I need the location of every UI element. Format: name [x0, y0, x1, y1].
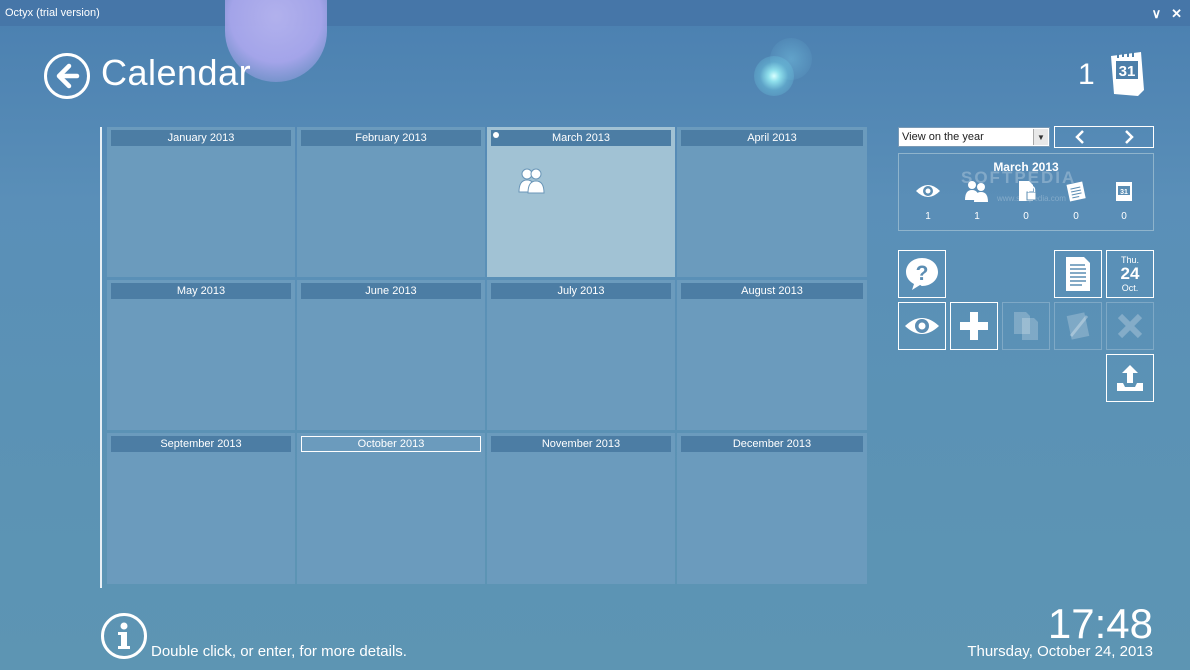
stat-contacts[interactable]: 1 [957, 180, 997, 222]
month-label: June 2013 [301, 283, 481, 299]
arrow-left-icon [56, 63, 80, 89]
add-button[interactable] [950, 302, 998, 350]
month-label: May 2013 [111, 283, 291, 299]
month-april[interactable]: April 2013 [677, 127, 867, 277]
delete-button [1106, 302, 1154, 350]
copy-icon [1014, 312, 1038, 340]
month-label: November 2013 [491, 436, 671, 452]
decorative-glow [754, 56, 794, 96]
hint-text: Double click, or enter, for more details… [151, 643, 407, 660]
chevron-right-icon [1124, 130, 1134, 144]
calendar-icon: 31 [1116, 182, 1132, 201]
contacts-icon [965, 181, 988, 202]
plus-icon [960, 312, 988, 340]
help-icon: ? [906, 258, 938, 290]
chevron-left-icon [1074, 130, 1084, 144]
clock-time: 17:48 [1047, 600, 1153, 647]
edit-note-icon [1066, 312, 1090, 340]
month-august[interactable]: August 2013 [677, 280, 867, 430]
stat-value: 1 [925, 211, 931, 222]
close-button[interactable]: ✕ [1171, 7, 1182, 20]
note-icon [1066, 181, 1086, 202]
calendar-icon[interactable]: 31 [1108, 50, 1146, 103]
export-button[interactable] [1106, 354, 1154, 402]
window-controls: ∨ ✕ [1152, 7, 1182, 20]
lock-document-icon [1019, 181, 1037, 201]
month-december[interactable]: December 2013 [677, 433, 867, 584]
event-dot-icon [493, 132, 499, 138]
stat-notes[interactable]: 0 [1056, 180, 1096, 222]
page-title: Calendar [101, 52, 252, 93]
today-button[interactable]: Thu. 24 Oct. [1106, 250, 1154, 298]
delete-icon [1117, 313, 1143, 339]
month-june[interactable]: June 2013 [297, 280, 485, 430]
month-march[interactable]: March 2013 [487, 127, 675, 277]
calendar-icon-day: 31 [1120, 189, 1128, 196]
next-button[interactable] [1104, 127, 1153, 147]
stat-views[interactable]: 1 [908, 180, 948, 222]
stat-value: 1 [974, 211, 980, 222]
month-may[interactable]: May 2013 [107, 280, 295, 430]
month-label: January 2013 [111, 130, 291, 146]
current-date: Thursday, October 24, 2013 [967, 643, 1153, 660]
divider-line [100, 127, 102, 588]
previous-button[interactable] [1055, 127, 1104, 147]
month-label: February 2013 [301, 130, 481, 146]
report-button[interactable] [1054, 250, 1102, 298]
stat-value: 0 [1121, 211, 1127, 222]
year-grid: January 2013 February 2013 March 2013 Ap… [107, 127, 867, 584]
info-icon [101, 613, 147, 659]
chevron-down-icon[interactable]: ▼ [1033, 129, 1048, 145]
stat-protected[interactable]: 0 [1006, 180, 1046, 222]
window-title: Octyx (trial version) [5, 7, 100, 19]
month-label: March 2013 [491, 130, 671, 146]
help-button[interactable]: ? [898, 250, 946, 298]
month-october[interactable]: October 2013 [297, 433, 485, 584]
month-september[interactable]: September 2013 [107, 433, 295, 584]
month-january[interactable]: January 2013 [107, 127, 295, 277]
view-button[interactable] [898, 302, 946, 350]
eye-icon [905, 318, 939, 334]
calendar-icon-day: 31 [1119, 63, 1136, 80]
month-label: July 2013 [491, 283, 671, 299]
back-button[interactable] [44, 53, 90, 99]
month-label: September 2013 [111, 436, 291, 452]
document-icon [1066, 257, 1090, 291]
export-tray-icon [1117, 365, 1143, 391]
month-november[interactable]: November 2013 [487, 433, 675, 584]
minimize-button[interactable]: ∨ [1152, 7, 1162, 20]
contacts-icon[interactable] [517, 166, 547, 196]
eye-icon [916, 185, 940, 197]
month-summary: SOFTPEDIA www.softpedia.com March 2013 1… [898, 153, 1154, 231]
month-july[interactable]: July 2013 [487, 280, 675, 430]
view-mode-select[interactable]: View on the year ▼ [898, 127, 1050, 147]
summary-title: March 2013 [993, 160, 1059, 174]
svg-text:?: ? [916, 262, 929, 285]
edit-button [1054, 302, 1102, 350]
view-mode-value: View on the year [902, 131, 984, 143]
event-count: 1 [1078, 58, 1095, 91]
stat-events[interactable]: 31 0 [1104, 180, 1144, 222]
copy-button [1002, 302, 1050, 350]
month-label: August 2013 [681, 283, 863, 299]
month-label: April 2013 [681, 130, 863, 146]
stat-value: 0 [1073, 211, 1079, 222]
month-label: December 2013 [681, 436, 863, 452]
stat-value: 0 [1023, 211, 1029, 222]
title-bar: Octyx (trial version) ∨ ✕ [0, 0, 1190, 26]
period-navigation [1054, 126, 1154, 148]
month-february[interactable]: February 2013 [297, 127, 485, 277]
today-day-number: 24 [1120, 264, 1140, 283]
month-label: October 2013 [301, 436, 481, 452]
today-month: Oct. [1121, 283, 1139, 293]
